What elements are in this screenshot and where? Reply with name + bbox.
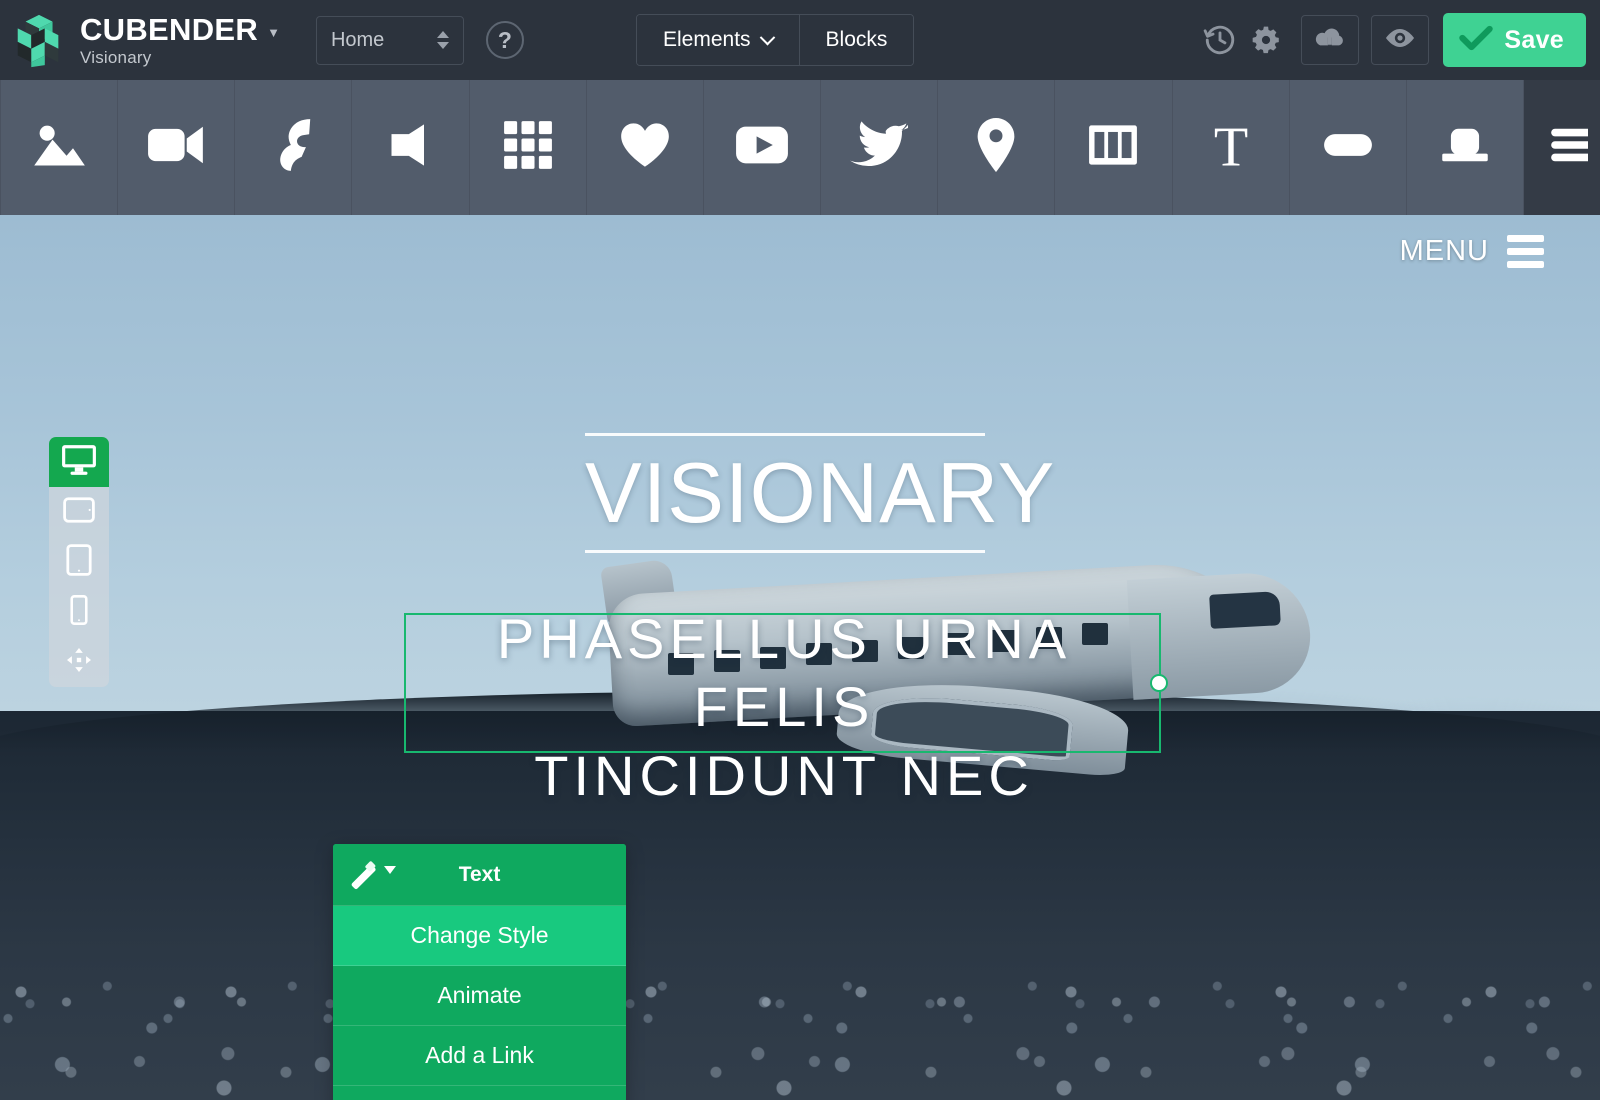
element-columns[interactable] <box>1055 80 1173 215</box>
publish-button[interactable] <box>1301 15 1360 65</box>
element-form[interactable] <box>1407 80 1525 215</box>
tablet-landscape-icon <box>63 496 95 528</box>
site-menu[interactable]: MENU <box>1400 235 1544 268</box>
brand[interactable]: CUBENDER ▼ Visionary <box>10 11 280 69</box>
magic-wand-icon[interactable] <box>350 861 396 891</box>
context-menu-item-animate[interactable]: Animate <box>333 966 626 1026</box>
brand-subtitle: Visionary <box>80 48 152 67</box>
element-twitter[interactable] <box>821 80 939 215</box>
page-select-spinner-icon[interactable] <box>436 31 449 49</box>
hamburger-icon[interactable] <box>1507 235 1544 268</box>
element-like[interactable] <box>587 80 704 215</box>
brand-name: CUBENDER <box>80 12 259 47</box>
tab-elements-label: Elements <box>663 28 751 51</box>
brand-dropdown-caret-icon[interactable]: ▼ <box>267 26 280 39</box>
preview-button[interactable] <box>1371 15 1430 65</box>
device-mobile[interactable] <box>49 587 109 637</box>
element-text[interactable]: T <box>1173 80 1290 215</box>
tablet-portrait-icon <box>66 543 92 581</box>
gallery-icon <box>503 120 553 175</box>
hero-title-block[interactable]: VISIONARY <box>585 433 1056 554</box>
gear-icon[interactable] <box>1243 17 1289 63</box>
form-icon <box>1439 124 1491 171</box>
desktop-icon <box>61 444 97 481</box>
element-map[interactable] <box>938 80 1056 215</box>
context-menu-item-add-a-link[interactable]: Add a Link <box>333 1026 626 1086</box>
move-handle-icon <box>67 647 91 677</box>
device-move-handle[interactable] <box>49 637 109 687</box>
element-image[interactable] <box>0 80 119 215</box>
columns-icon <box>1088 124 1138 171</box>
cloud-upload-icon <box>1314 25 1346 56</box>
device-tablet-portrait[interactable] <box>49 537 109 587</box>
help-button[interactable]: ? <box>485 21 524 59</box>
chevron-down-icon <box>759 29 775 45</box>
device-desktop[interactable] <box>49 437 109 487</box>
element-video[interactable] <box>118 80 236 215</box>
save-button-label: Save <box>1504 25 1564 54</box>
flash-icon <box>271 117 315 178</box>
eye-icon <box>1383 27 1417 54</box>
element-context-menu: Text Change Style Animate Add a Link Edi… <box>333 844 626 1100</box>
heart-icon <box>619 121 671 174</box>
youtube-icon <box>735 125 789 170</box>
check-icon <box>1459 24 1494 57</box>
element-audio[interactable] <box>352 80 470 215</box>
center-tab-group: Elements Blocks <box>636 14 915 66</box>
element-button[interactable] <box>1290 80 1407 215</box>
wand-dropdown-caret-icon <box>384 866 396 874</box>
tab-elements[interactable]: Elements <box>637 15 799 65</box>
device-switcher <box>49 437 109 687</box>
history-icon[interactable] <box>1197 17 1243 63</box>
hero-rule-bottom <box>585 550 985 554</box>
save-button[interactable]: Save <box>1443 13 1586 67</box>
tab-blocks-label: Blocks <box>825 28 888 51</box>
site-canvas[interactable]: MENU VISIONARY PHASELLUS URNA FELIS TINC… <box>0 215 1600 1100</box>
twitter-icon <box>850 121 909 174</box>
mobile-icon <box>70 594 88 630</box>
list-icon <box>1536 125 1595 170</box>
device-tablet-landscape[interactable] <box>49 487 109 537</box>
video-icon <box>147 124 205 171</box>
image-icon <box>31 120 87 175</box>
cubender-logo-icon <box>10 11 68 69</box>
page-select-value: Home <box>330 28 385 51</box>
element-toolbar: T <box>0 80 1600 215</box>
context-menu-item-label: Animate <box>437 982 522 1008</box>
page-select[interactable]: Home <box>315 15 464 65</box>
pebble-texture <box>0 959 1600 1100</box>
element-gallery[interactable] <box>470 80 587 215</box>
element-more[interactable] <box>1524 80 1600 215</box>
button-icon <box>1323 132 1373 163</box>
element-flash[interactable] <box>235 80 353 215</box>
resize-handle[interactable] <box>1150 674 1168 692</box>
context-menu-item-label: Change Style <box>410 922 549 948</box>
selection-rect <box>404 613 1168 753</box>
context-menu-item-edit-text[interactable]: Edit Text <box>333 1086 626 1100</box>
context-menu-item-label: Add a Link <box>425 1042 534 1068</box>
hero-rule-top <box>585 433 985 436</box>
top-bar: CUBENDER ▼ Visionary Home ? Elements Blo… <box>0 0 1600 80</box>
site-menu-label: MENU <box>1399 235 1489 267</box>
context-menu-item-change-style[interactable]: Change Style <box>333 906 626 966</box>
hero-title: VISIONARY <box>585 446 1056 541</box>
tab-blocks[interactable]: Blocks <box>798 15 914 65</box>
svg-text:T: T <box>1213 118 1247 172</box>
top-bar-actions: Save <box>1197 0 1586 80</box>
context-menu-header: Text <box>333 844 626 906</box>
help-icon: ? <box>497 26 512 53</box>
text-icon: T <box>1205 117 1257 179</box>
element-youtube[interactable] <box>704 80 822 215</box>
map-pin-icon <box>976 118 1016 177</box>
audio-icon <box>385 123 437 172</box>
